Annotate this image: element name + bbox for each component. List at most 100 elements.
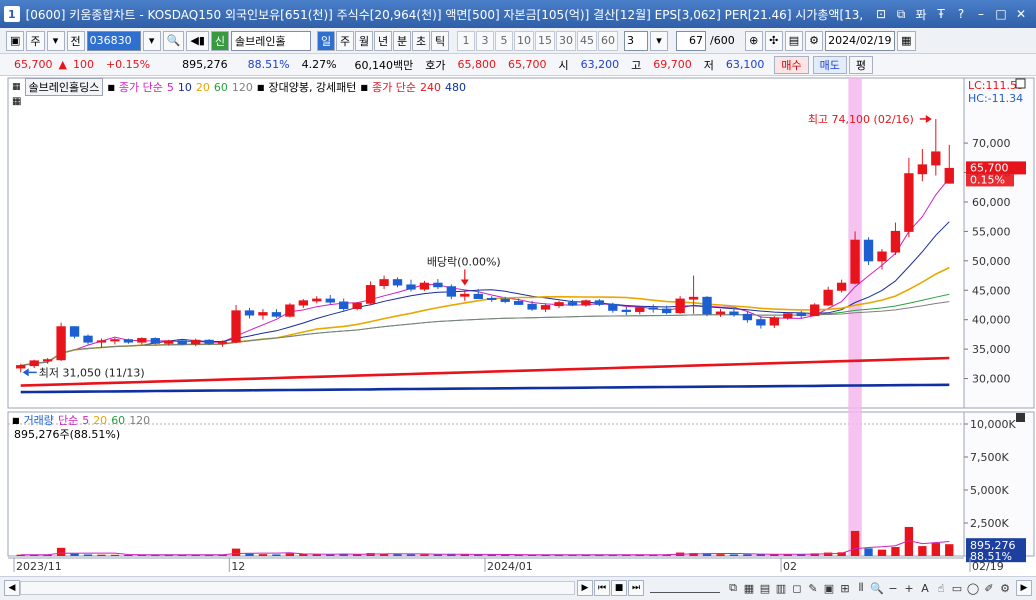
grid-toggle-icon[interactable]: ▦ [12,96,21,107]
scroll-end-icon[interactable]: ▶ [1016,580,1032,596]
price-tick-label: 35,000 [972,343,1011,356]
x-axis-label: 02 [783,560,797,573]
interval-input[interactable]: 3 [624,30,648,51]
window-control-0[interactable]: ⊡ [872,5,890,23]
zoom-icon[interactable]: 🔍 [870,580,884,596]
pattern-bullet-icon: ■ [256,82,265,92]
price-tick-label: 50,000 [972,255,1011,268]
search-icon[interactable]: 🔍 [162,30,185,51]
interval-dropdown-icon[interactable]: ▾ [650,30,668,51]
calendar-icon[interactable]: ▦ [897,30,916,51]
sell-button[interactable]: 매도 [812,55,847,74]
interval-btn-1[interactable]: 1 [457,30,475,51]
price-chart[interactable]: 70,00065,00060,00055,00050,00045,00040,0… [0,76,1036,576]
split-icon[interactable]: ⊞ [838,580,852,596]
candle-body [769,317,780,326]
price-tick-label: 55,000 [972,225,1011,238]
legend-stock-name[interactable]: 솔브레인홀딩스 [24,78,104,96]
speaker-icon[interactable]: ◀▮ [186,30,209,51]
interval-btn-60[interactable]: 60 [598,30,618,51]
candle-body [177,340,187,345]
rewind-icon[interactable]: ⏮ [594,580,610,596]
ma-bullet-icon: ■ [107,82,115,92]
volume-bar [729,554,739,556]
period-tab-1[interactable]: 주 [336,30,354,51]
table-icon[interactable]: ▦ [742,580,756,596]
interval-btn-5[interactable]: 5 [495,30,513,51]
period-tab-4[interactable]: 분 [393,30,411,51]
window-control-4[interactable]: ? [952,5,970,23]
stop-icon[interactable]: ■ [611,580,627,596]
volume-bar [850,530,860,556]
flat-button[interactable]: 평 [848,55,874,74]
save-icon[interactable]: ▤ [784,30,804,51]
scroll-left-icon[interactable]: ◀ [4,580,20,596]
window-control-7[interactable]: ✕ [1012,5,1030,23]
window-control-6[interactable]: □ [992,5,1010,23]
interval-btn-45[interactable]: 45 [577,30,597,51]
open-price: 63,200 [580,58,620,71]
crosshair-icon[interactable]: ✣ [764,30,783,51]
grid-icon[interactable]: ▤ [758,580,772,596]
zoom-slider[interactable] [650,583,720,593]
candle-body [702,296,712,315]
chart-scrollbar[interactable] [20,581,575,595]
volume-bar [393,554,402,556]
window-title: [0600] 키움종합차트 - KOSDAQ150 외국인보유[651(천)] … [25,7,864,22]
candle-body [608,303,618,311]
count-input[interactable]: 67 [676,30,706,51]
interval-btn-30[interactable]: 30 [556,30,576,51]
settings-icon[interactable]: ⚙ [998,580,1012,596]
circle-icon[interactable]: ◯ [966,580,980,596]
window-control-5[interactable]: – [972,5,990,23]
candle-body [96,340,107,343]
mode-select[interactable]: 주 [26,30,45,51]
interval-btn-15[interactable]: 15 [535,30,555,51]
pen-icon[interactable]: ✎ [806,580,820,596]
candle-body [419,282,430,290]
plus-icon[interactable]: + [902,580,916,596]
scroll-right-icon[interactable]: ▶ [577,580,593,596]
compare-icon[interactable]: ⫴ [854,580,868,596]
period-tab-6[interactable]: 틱 [431,30,449,51]
fast-forward-icon[interactable]: ⏭ [628,580,644,596]
stock-code-input[interactable]: 036830 [86,30,141,51]
candle-body [540,305,551,310]
hand-icon[interactable]: ☝ [934,580,948,596]
date-input[interactable]: 2024/02/19 [825,30,896,51]
buy-button[interactable]: 매수 [774,55,809,74]
legend-toggle-icon[interactable]: ▦ [12,82,21,92]
edit-icon[interactable]: ✐ [982,580,996,596]
period-tab-3[interactable]: 년 [374,30,392,51]
window-control-3[interactable]: Ŧ [932,5,950,23]
chart-type-icon[interactable]: ▥ [774,580,788,596]
gear-icon[interactable]: ⚙ [805,30,824,51]
period-tab-0[interactable]: 일 [317,30,335,51]
up-arrow-icon: ▲ [58,58,67,71]
window-control-2[interactable]: 퐈 [912,5,930,23]
chevron-down-icon[interactable]: ▾ [46,30,65,51]
period-tab-2[interactable]: 월 [355,30,373,51]
window-titlebar: 1 [0600] 키움종합차트 - KOSDAQ150 외국인보유[651(천)… [0,0,1036,28]
candle-body [688,296,699,300]
window-icon[interactable]: ◻ [790,580,804,596]
candle-body [231,310,241,343]
candle-body [675,298,685,314]
code-dropdown-icon[interactable]: ▾ [142,30,161,51]
text-icon[interactable]: A [918,580,932,596]
all-button[interactable]: 전 [66,30,85,51]
period-tab-5[interactable]: 초 [412,30,430,51]
layout-icon[interactable]: ▣ [6,30,25,51]
cursor-icon[interactable]: ⊕ [744,30,763,51]
candle-body [258,312,268,316]
price-tick-label: 40,000 [972,314,1011,327]
window-control-1[interactable]: ⧉ [892,5,910,23]
line-icon[interactable]: ▭ [950,580,964,596]
minus-icon[interactable]: − [886,580,900,596]
interval-btn-10[interactable]: 10 [514,30,534,51]
volume-bar [110,554,120,556]
interval-btn-3[interactable]: 3 [476,30,494,51]
image-icon[interactable]: ▣ [822,580,836,596]
copy-icon[interactable]: ⧉ [726,580,740,596]
chart-area[interactable]: 70,00065,00060,00055,00050,00045,00040,0… [0,76,1036,600]
